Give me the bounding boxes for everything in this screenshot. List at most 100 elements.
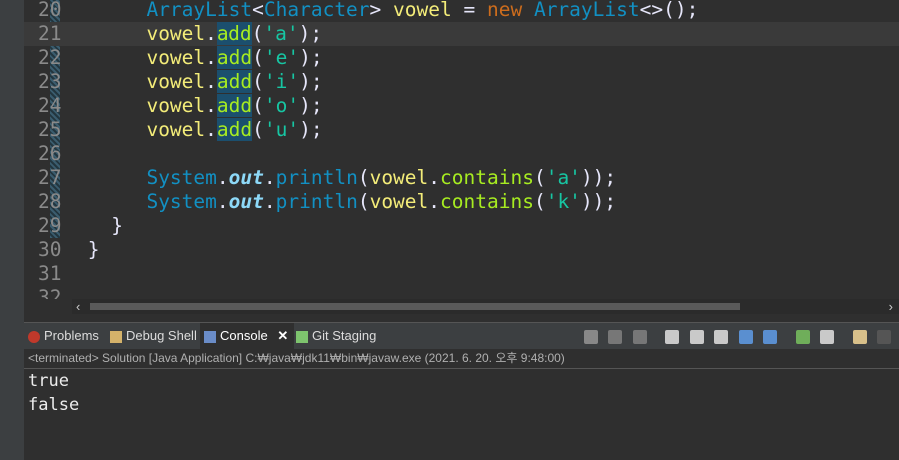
code-token: vowel [146, 118, 206, 141]
code-token: ( [533, 166, 546, 189]
close-icon[interactable]: ✕ [277, 328, 288, 343]
scroll-left-icon[interactable]: ‹ [76, 299, 80, 314]
code-token: vowel [369, 190, 429, 213]
code-line[interactable]: 29 } [24, 214, 899, 238]
code-token: . [428, 190, 441, 213]
tab-git-staging[interactable]: Git Staging [292, 323, 396, 349]
code-line[interactable]: 20 ArrayList<Character> vowel = new Arra… [24, 0, 899, 22]
scroll-lock-icon[interactable] [665, 329, 680, 344]
code-token: )); [580, 166, 617, 189]
code-token: <>(); [639, 0, 699, 21]
tab-console-label: Console [220, 328, 268, 343]
remove-all-icon[interactable] [632, 329, 647, 344]
code-line[interactable]: 23 vowel.add('i'); [24, 70, 899, 94]
code-line[interactable]: 27 System.out.println(vowel.contains('a'… [24, 166, 899, 190]
code-token: } [111, 214, 123, 237]
code-text: vowel.add('u'); [76, 118, 323, 142]
code-token: 'u' [263, 118, 300, 141]
console-output[interactable]: true false [24, 369, 899, 460]
horizontal-scrollbar[interactable]: ‹ › [72, 299, 899, 314]
remove-launch-icon[interactable] [608, 329, 623, 344]
open-console-icon[interactable] [795, 329, 810, 344]
code-token: System [146, 166, 217, 189]
code-token: . [263, 166, 276, 189]
code-line[interactable]: 32 [24, 286, 899, 299]
code-token: vowel [393, 0, 452, 21]
terminate-icon[interactable] [584, 329, 599, 344]
code-line[interactable]: 22 vowel.add('e'); [24, 46, 899, 70]
scrollbar-thumb[interactable] [90, 303, 740, 310]
line-number: 20 [38, 0, 62, 21]
console-menu-icon[interactable] [820, 329, 835, 344]
code-token: dd [228, 22, 252, 45]
code-token: . [263, 190, 276, 213]
minimize-icon[interactable] [877, 329, 891, 344]
code-line[interactable]: 26 [24, 142, 899, 166]
code-token: 'a' [545, 166, 581, 189]
code-token: add [216, 46, 253, 69]
code-text: vowel.add('e'); [76, 46, 323, 70]
code-token: out [228, 190, 264, 213]
pin-console-icon[interactable] [738, 329, 753, 344]
code-token: 'k' [545, 190, 581, 213]
line-number: 24 [38, 94, 62, 117]
code-text: System.out.println(vowel.contains('k')); [76, 190, 616, 214]
display-console-icon[interactable] [763, 329, 778, 344]
tab-debug-shell-label: Debug Shell [126, 328, 197, 343]
code-token: vowel [146, 46, 206, 69]
line-number: 21 [38, 22, 62, 45]
code-token: > [369, 0, 394, 21]
console-status: <terminated> Solution [Java Application]… [24, 348, 899, 369]
line-number: 23 [38, 70, 62, 93]
word-wrap-icon[interactable] [689, 329, 704, 344]
code-token: ( [252, 46, 264, 69]
code-text: vowel.add('i'); [76, 70, 323, 94]
code-text: vowel.add('o'); [76, 94, 323, 118]
show-stdout-icon[interactable] [714, 329, 729, 344]
code-text: } [76, 238, 100, 262]
line-number: 30 [38, 238, 62, 261]
line-number: 25 [38, 118, 62, 141]
code-token: vowel [369, 166, 429, 189]
code-token: ); [299, 94, 323, 117]
code-token: ( [252, 70, 264, 93]
git-staging-icon [296, 330, 308, 343]
scroll-right-icon[interactable]: › [889, 299, 893, 314]
code-token: add [216, 70, 253, 93]
tab-debug-shell[interactable]: Debug Shell [106, 323, 202, 349]
code-line[interactable]: 28 System.out.println(vowel.contains('k'… [24, 190, 899, 214]
code-line[interactable]: 31 [24, 262, 899, 286]
console-line: false [28, 395, 80, 415]
line-number: 29 [38, 214, 62, 237]
debug-shell-icon [110, 330, 122, 343]
code-token: ); [299, 46, 323, 69]
code-line[interactable]: 30 } [24, 238, 899, 262]
code-token: 'a' [263, 22, 299, 45]
code-token: ); [299, 118, 323, 141]
code-token: )); [580, 190, 617, 213]
line-number: 27 [38, 166, 62, 189]
code-token: ); [298, 22, 323, 45]
new-console-icon[interactable] [852, 329, 867, 344]
code-token: < [252, 0, 264, 21]
code-line[interactable]: 24 vowel.add('o'); [24, 94, 899, 118]
code-token: ); [299, 70, 323, 93]
code-token: vowel [146, 22, 206, 45]
tab-console[interactable]: Console ✕ [200, 323, 294, 349]
code-token: . [428, 166, 441, 189]
code-token: new [486, 0, 523, 21]
code-token: . [205, 118, 217, 141]
tab-problems[interactable]: Problems [24, 323, 108, 349]
code-token: . [205, 94, 217, 117]
code-token: 'i' [263, 70, 300, 93]
code-token: Character [263, 0, 370, 21]
code-token: add [216, 118, 253, 141]
code-token: ( [252, 118, 264, 141]
code-token: . [216, 190, 229, 213]
code-editor[interactable]: 20 ArrayList<Character> vowel = new Arra… [24, 0, 899, 299]
code-line[interactable]: 25 vowel.add('u'); [24, 118, 899, 142]
code-token: vowel [146, 94, 206, 117]
code-line[interactable]: 21 vowel.add('a'); [24, 22, 899, 46]
code-token: ( [251, 22, 264, 45]
line-number: 26 [38, 142, 62, 165]
